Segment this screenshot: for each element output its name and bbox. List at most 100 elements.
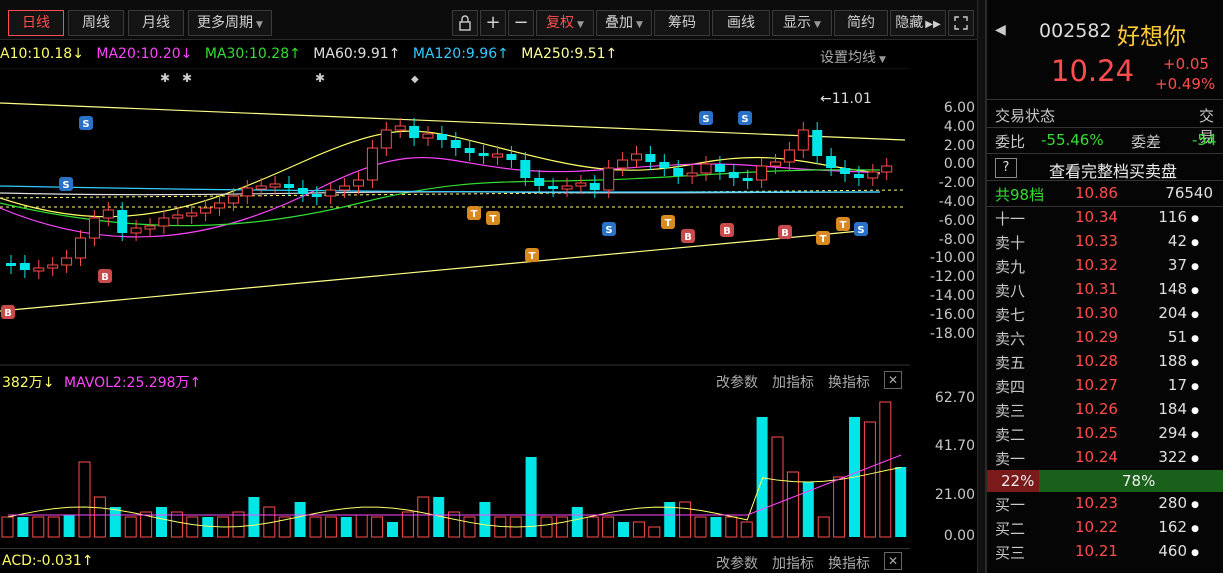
ask-row[interactable]: 卖八 10.31 148 ● <box>987 280 1223 304</box>
ask-row[interactable]: 十一 10.34 116 ● <box>987 208 1223 232</box>
macd-change-indicator-button[interactable]: 换指标 <box>828 553 870 573</box>
volume-bar <box>833 476 846 538</box>
buy-ratio-text: 78% <box>1122 472 1156 490</box>
set-ma-button[interactable]: 设置均线 ▼ <box>820 47 886 67</box>
dot-icon: ● <box>1191 454 1199 464</box>
candle-down <box>548 186 559 189</box>
dot-icon: ● <box>1191 430 1199 440</box>
signal-marker-letter: B <box>4 308 12 319</box>
kline-chart[interactable]: SSBBT TTSTBB BTT SS S ←11.01 ✱ ✱ ✱ ◆ <box>0 68 910 366</box>
vol-add-indicator-button[interactable]: 加指标 <box>772 372 814 392</box>
volume-bar <box>340 517 352 537</box>
bid-row[interactable]: 买三 10.21 460 ● <box>987 542 1223 566</box>
display-label: 显示 <box>783 15 812 31</box>
ask-row[interactable]: 卖三 10.26 184 ● <box>987 400 1223 424</box>
dot-icon: ● <box>1191 406 1199 416</box>
book-volume: 322 <box>1158 448 1187 466</box>
vol-edit-params-button[interactable]: 改参数 <box>716 372 758 392</box>
ma250-label: MA250:9.51↑ <box>521 46 618 62</box>
volume-bar <box>632 521 645 538</box>
simple-button[interactable]: 简约 <box>834 10 888 36</box>
candle-down <box>520 160 531 178</box>
book-level-label: 买一 <box>995 496 1026 514</box>
candle-up <box>33 267 45 272</box>
candle-down <box>659 162 670 168</box>
ask-row[interactable]: 卖十 10.33 42 ● <box>987 232 1223 256</box>
hide-label: 隐藏 <box>895 15 924 31</box>
volume-chart[interactable] <box>0 392 910 545</box>
candle-down <box>297 188 308 194</box>
book-level-label: 卖四 <box>995 378 1026 396</box>
macd-add-indicator-button[interactable]: 加指标 <box>772 553 814 573</box>
minus-icon[interactable]: − <box>508 10 534 36</box>
volume-bar <box>618 522 629 537</box>
total-levels-volume: 76540 <box>1165 184 1213 202</box>
candle-up <box>561 185 573 190</box>
book-level-label: 卖五 <box>995 354 1026 372</box>
total-levels-row: 共98档 10.86 76540 <box>987 184 1223 208</box>
bid-row[interactable]: 买二 10.22 162 ● <box>987 518 1223 542</box>
close-icon[interactable]: ✕ <box>884 371 902 389</box>
hide-button[interactable]: 隐藏 ▶▶ <box>890 10 946 36</box>
volume-bar <box>710 517 722 537</box>
candle-up <box>172 214 184 219</box>
scrollbar[interactable] <box>977 0 985 573</box>
candle-down <box>673 168 684 176</box>
candle-down <box>645 154 656 162</box>
lock-icon[interactable] <box>452 10 478 36</box>
ask-row[interactable]: 卖四 10.27 17 ● <box>987 376 1223 400</box>
volume-axis-tick: 0.00 <box>943 528 975 544</box>
display-button[interactable]: 显示 ▼ <box>772 10 832 36</box>
trade-status-label: 交易状态 <box>995 107 1056 125</box>
candle-up <box>241 187 253 197</box>
macd-label: ACD:-0.031↑ <box>2 553 94 569</box>
bid-row[interactable]: 买一 10.23 280 ● <box>987 494 1223 518</box>
ask-row[interactable]: 卖六 10.29 51 ● <box>987 328 1223 352</box>
draw-line-button[interactable]: 画线 <box>712 10 770 36</box>
star-marker-3: ✱ <box>315 71 325 85</box>
back-arrow-icon[interactable]: ◀ <box>995 22 1006 38</box>
candle-up <box>631 153 642 161</box>
ask-row[interactable]: 卖二 10.25 294 ● <box>987 424 1223 448</box>
macd-edit-params-button[interactable]: 改参数 <box>716 553 758 573</box>
full-book-link[interactable]: 查看完整档买卖盘 <box>1049 158 1177 182</box>
candle-up <box>47 264 59 269</box>
tab-weekly[interactable]: 周线 <box>68 10 124 36</box>
tab-more-periods[interactable]: 更多周期 ▼ <box>188 10 272 36</box>
price-axis-tick: -16.00 <box>929 306 975 323</box>
peak-price-label: ←11.01 <box>820 91 872 107</box>
candle-up <box>756 165 768 181</box>
vol-change-indicator-button[interactable]: 换指标 <box>828 372 870 392</box>
volume-bar <box>170 511 183 538</box>
plus-icon[interactable]: + <box>480 10 506 36</box>
dot-icon: ● <box>1191 286 1199 296</box>
fullscreen-icon[interactable] <box>948 10 974 36</box>
book-volume: 204 <box>1158 304 1187 322</box>
volume-bars-group <box>1 401 907 538</box>
candle-down <box>534 178 545 186</box>
candle-up <box>102 209 114 219</box>
close-icon[interactable]: ✕ <box>884 552 902 570</box>
weicha-label: 委差 <box>1131 133 1162 151</box>
ask-row[interactable]: 卖七 10.30 204 ● <box>987 304 1223 328</box>
fuquan-button[interactable]: 复权 ▼ <box>536 10 594 36</box>
tab-monthly[interactable]: 月线 <box>128 10 184 36</box>
tab-daily[interactable]: 日线 <box>8 10 64 36</box>
candle-down <box>311 194 322 197</box>
book-level-label: 买三 <box>995 544 1026 562</box>
star-marker-1: ✱ <box>160 71 170 85</box>
ask-row[interactable]: 卖一 10.24 322 ● <box>987 448 1223 472</box>
ask-row[interactable]: 卖五 10.28 188 ● <box>987 352 1223 376</box>
volume-bar <box>771 436 784 538</box>
signal-marker-letter: B <box>101 272 109 283</box>
candle-up <box>61 257 73 266</box>
lower-trendline <box>0 230 861 312</box>
help-icon[interactable]: ? <box>995 158 1017 178</box>
total-levels-label: 共98档 <box>995 186 1045 204</box>
candle-up <box>88 217 100 239</box>
ask-row[interactable]: 卖九 10.32 37 ● <box>987 256 1223 280</box>
overlay-button[interactable]: 叠加 ▼ <box>596 10 652 36</box>
chips-button[interactable]: 筹码 <box>654 10 710 36</box>
signal-marker-letter: S <box>857 225 864 236</box>
price-change: +0.05 <box>1163 55 1209 73</box>
